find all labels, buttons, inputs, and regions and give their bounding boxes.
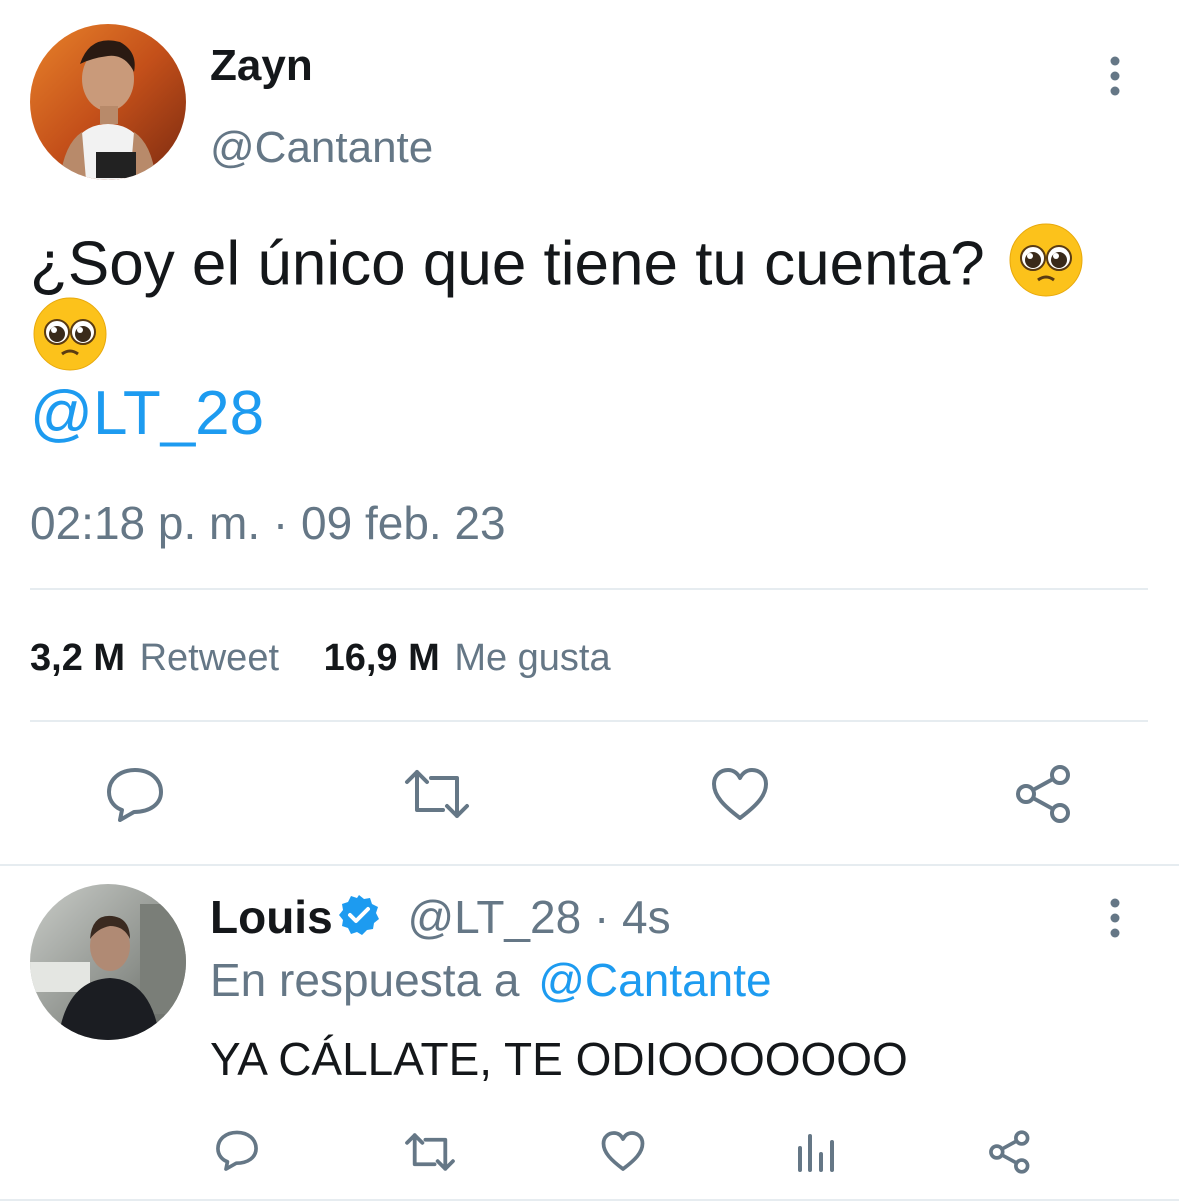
tweet-text: ¿Soy el único que tiene tu cuenta? — [30, 222, 1150, 314]
pleading-face-icon — [32, 296, 108, 377]
tweet-stats: 3,2 M Retweet 16,9 M Me gusta — [30, 636, 611, 680]
retweet-count-label: Retweet — [139, 637, 280, 679]
verified-badge-icon — [337, 893, 381, 948]
author-avatar[interactable] — [30, 24, 186, 180]
like-count-label: Me gusta — [454, 637, 611, 679]
like-count-value: 16,9 M — [323, 637, 440, 679]
reply-context: En respuesta a @Cantante — [210, 953, 772, 1007]
more-options-icon[interactable] — [1102, 56, 1128, 96]
reply-author-avatar[interactable] — [30, 884, 186, 1040]
reply-author-display-name[interactable]: Louis — [210, 891, 333, 943]
retweet-icon[interactable] — [403, 768, 471, 820]
tweet-mention-link[interactable]: @LT_28 — [30, 378, 264, 450]
reply-context-prefix: En respuesta a — [210, 954, 520, 1006]
reply-icon[interactable] — [104, 764, 166, 824]
divider — [30, 720, 1148, 722]
reply-header: Louis @LT_28 · 4s — [210, 890, 671, 948]
retweet-icon[interactable] — [404, 1132, 456, 1172]
divider — [0, 864, 1179, 866]
reply-icon[interactable] — [214, 1128, 260, 1172]
author-display-name[interactable]: Zayn — [210, 40, 313, 92]
retweet-count[interactable]: 3,2 M Retweet — [30, 637, 290, 679]
like-icon[interactable] — [600, 1130, 646, 1172]
divider — [30, 588, 1148, 590]
author-handle[interactable]: @Cantante — [210, 122, 433, 174]
like-count[interactable]: 16,9 M Me gusta — [324, 637, 611, 679]
analytics-icon[interactable] — [796, 1130, 836, 1172]
reply-text: YA CÁLLATE, TE ODIOOOOOOO — [210, 1033, 908, 1085]
divider — [0, 1199, 1179, 1201]
reply-context-link[interactable]: @Cantante — [538, 954, 771, 1006]
like-icon[interactable] — [710, 766, 770, 822]
reply-handle-time[interactable]: @LT_28 · 4s — [407, 891, 670, 943]
tweet-body: ¿Soy el único que tiene tu cuenta? — [30, 229, 985, 299]
share-icon[interactable] — [1014, 764, 1074, 824]
retweet-count-value: 3,2 M — [30, 637, 126, 679]
share-icon[interactable] — [988, 1130, 1032, 1174]
more-options-icon[interactable] — [1102, 898, 1128, 938]
pleading-face-icon — [1008, 222, 1084, 314]
tweet-timestamp[interactable]: 02:18 p. m. · 09 feb. 23 — [30, 496, 506, 550]
